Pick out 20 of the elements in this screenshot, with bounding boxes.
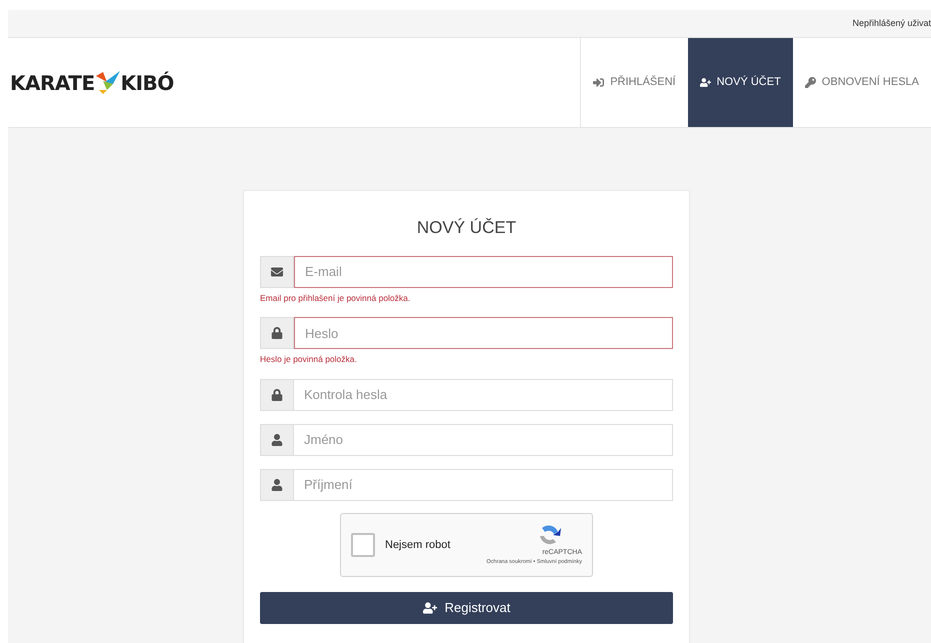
login-icon bbox=[593, 77, 604, 88]
lock-icon bbox=[271, 389, 283, 401]
logo[interactable]: KARATE KIBÓ bbox=[10, 68, 174, 98]
input-field[interactable]: E-mail bbox=[294, 256, 673, 288]
lock-icon bbox=[271, 327, 283, 340]
captcha-label: Nejsem robot bbox=[385, 538, 452, 553]
user-status: Nepřihlášený uživat bbox=[852, 16, 931, 30]
user-icon bbox=[271, 479, 283, 491]
envelope-icon bbox=[271, 266, 283, 278]
checkbox[interactable] bbox=[351, 533, 375, 557]
form-title: NOVÝ ÚČET bbox=[416, 217, 518, 239]
input-field[interactable]: Heslo bbox=[294, 317, 673, 350]
register-button[interactable]: Registrovat bbox=[260, 592, 673, 624]
error-message: Email pro přihlašení je povinná položka. bbox=[260, 292, 412, 304]
nav-tab[interactable]: NOVÝ ÚČET bbox=[688, 38, 793, 127]
user-icon bbox=[271, 434, 283, 446]
error-message: Heslo je povinná položka. bbox=[260, 353, 358, 366]
user-plus-icon bbox=[422, 601, 437, 615]
user-plus-icon bbox=[700, 77, 711, 88]
key-icon bbox=[804, 77, 816, 88]
